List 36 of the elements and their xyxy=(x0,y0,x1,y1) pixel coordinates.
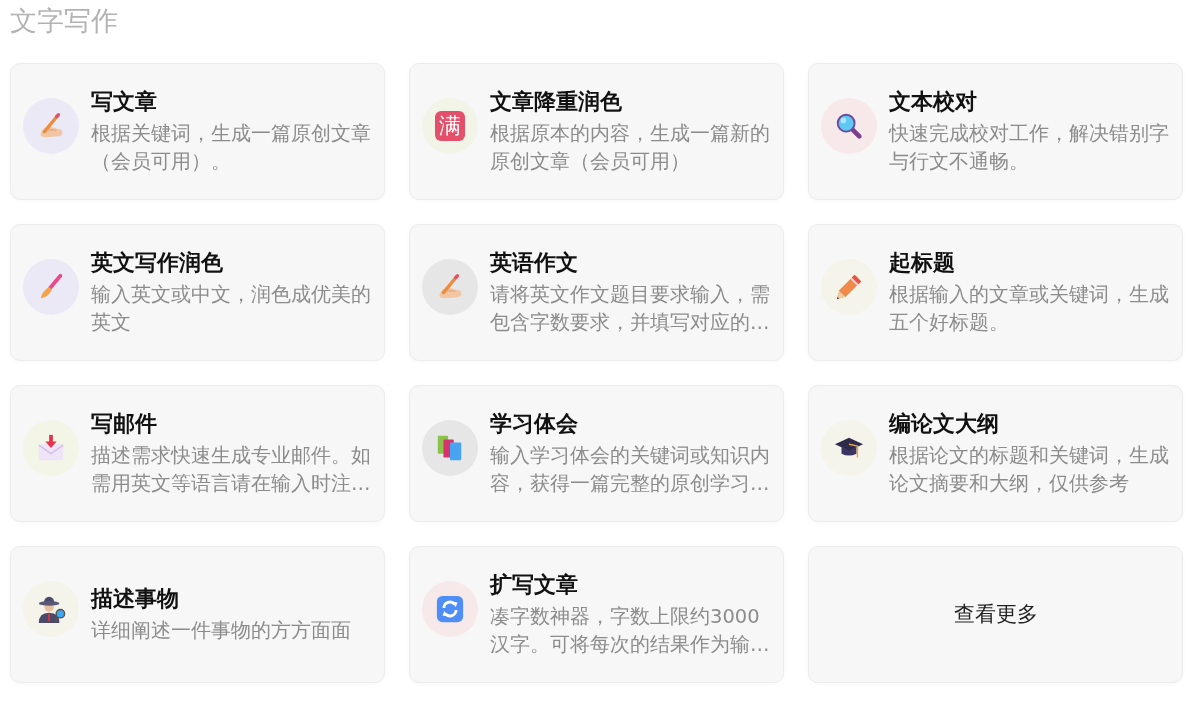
tool-card[interactable]: 满 文章降重润色 根据原本的内容，生成一篇新的原创文章（会员可用） xyxy=(409,63,784,200)
tool-card[interactable]: 学习体会 输入学习体会的关键词或知识内容，获得一篇完整的原创学习… xyxy=(409,385,784,522)
tool-card[interactable]: 文本校对 快速完成校对工作，解决错别字与行文不通畅。 xyxy=(808,63,1183,200)
card-description: 快速完成校对工作，解决错别字与行文不通畅。 xyxy=(889,120,1169,175)
card-title: 文本校对 xyxy=(889,87,978,116)
tool-card[interactable]: 写邮件 描述需求快速生成专业邮件。如需用英文等语言请在输入时注… xyxy=(10,385,385,522)
card-description: 输入学习体会的关键词或知识内容，获得一篇完整的原创学习… xyxy=(490,442,770,497)
card-title: 描述事物 xyxy=(91,584,180,613)
card-description: 根据关键词，生成一篇原创文章（会员可用）。 xyxy=(91,120,371,175)
card-description: 凑字数神器，字数上限约3000汉字。可将每次的结果作为输… xyxy=(490,603,770,658)
tool-card[interactable]: 描述事物 详细阐述一件事物的方方面面 xyxy=(10,546,385,683)
card-title: 起标题 xyxy=(889,248,956,277)
kanji-badge-icon: 满 xyxy=(422,97,478,154)
tool-card[interactable]: 起标题 根据输入的文章或关键词，生成五个好标题。 xyxy=(808,224,1183,361)
card-description: 根据原本的内容，生成一篇新的原创文章（会员可用） xyxy=(490,120,770,175)
card-title: 英语作文 xyxy=(490,248,579,277)
card-description: 输入英文或中文，润色成优美的英文 xyxy=(91,281,371,336)
card-title: 写邮件 xyxy=(91,409,158,438)
card-title: 学习体会 xyxy=(490,409,579,438)
card-title: 扩写文章 xyxy=(490,570,579,599)
tool-card[interactable]: 扩写文章 凑字数神器，字数上限约3000汉字。可将每次的结果作为输… xyxy=(409,546,784,683)
tool-card[interactable]: 英文写作润色 输入英文或中文，润色成优美的英文 xyxy=(10,224,385,361)
card-title: 编论文大纲 xyxy=(889,409,1000,438)
tool-card[interactable]: 写文章 根据关键词，生成一篇原创文章（会员可用）。 xyxy=(10,63,385,200)
view-more-button[interactable]: 查看更多 xyxy=(808,546,1183,683)
section-title: 文字写作 xyxy=(10,4,118,38)
card-description: 描述需求快速生成专业邮件。如需用英文等语言请在输入时注… xyxy=(91,442,371,497)
tool-card[interactable]: 英语作文 请将英文作文题目要求输入，需包含字数要求，并填写对应的… xyxy=(409,224,784,361)
card-description: 请将英文作文题目要求输入，需包含字数要求，并填写对应的… xyxy=(490,281,770,336)
card-title: 英文写作润色 xyxy=(91,248,224,277)
tool-card[interactable]: 编论文大纲 根据论文的标题和关键词，生成论文摘要和大纲，仅供参考 xyxy=(808,385,1183,522)
card-title: 写文章 xyxy=(91,87,158,116)
card-description: 根据输入的文章或关键词，生成五个好标题。 xyxy=(889,281,1169,336)
card-description: 详细阐述一件事物的方方面面 xyxy=(91,617,352,644)
card-description: 根据论文的标题和关键词，生成论文摘要和大纲，仅供参考 xyxy=(889,442,1169,497)
card-title: 文章降重润色 xyxy=(490,87,623,116)
